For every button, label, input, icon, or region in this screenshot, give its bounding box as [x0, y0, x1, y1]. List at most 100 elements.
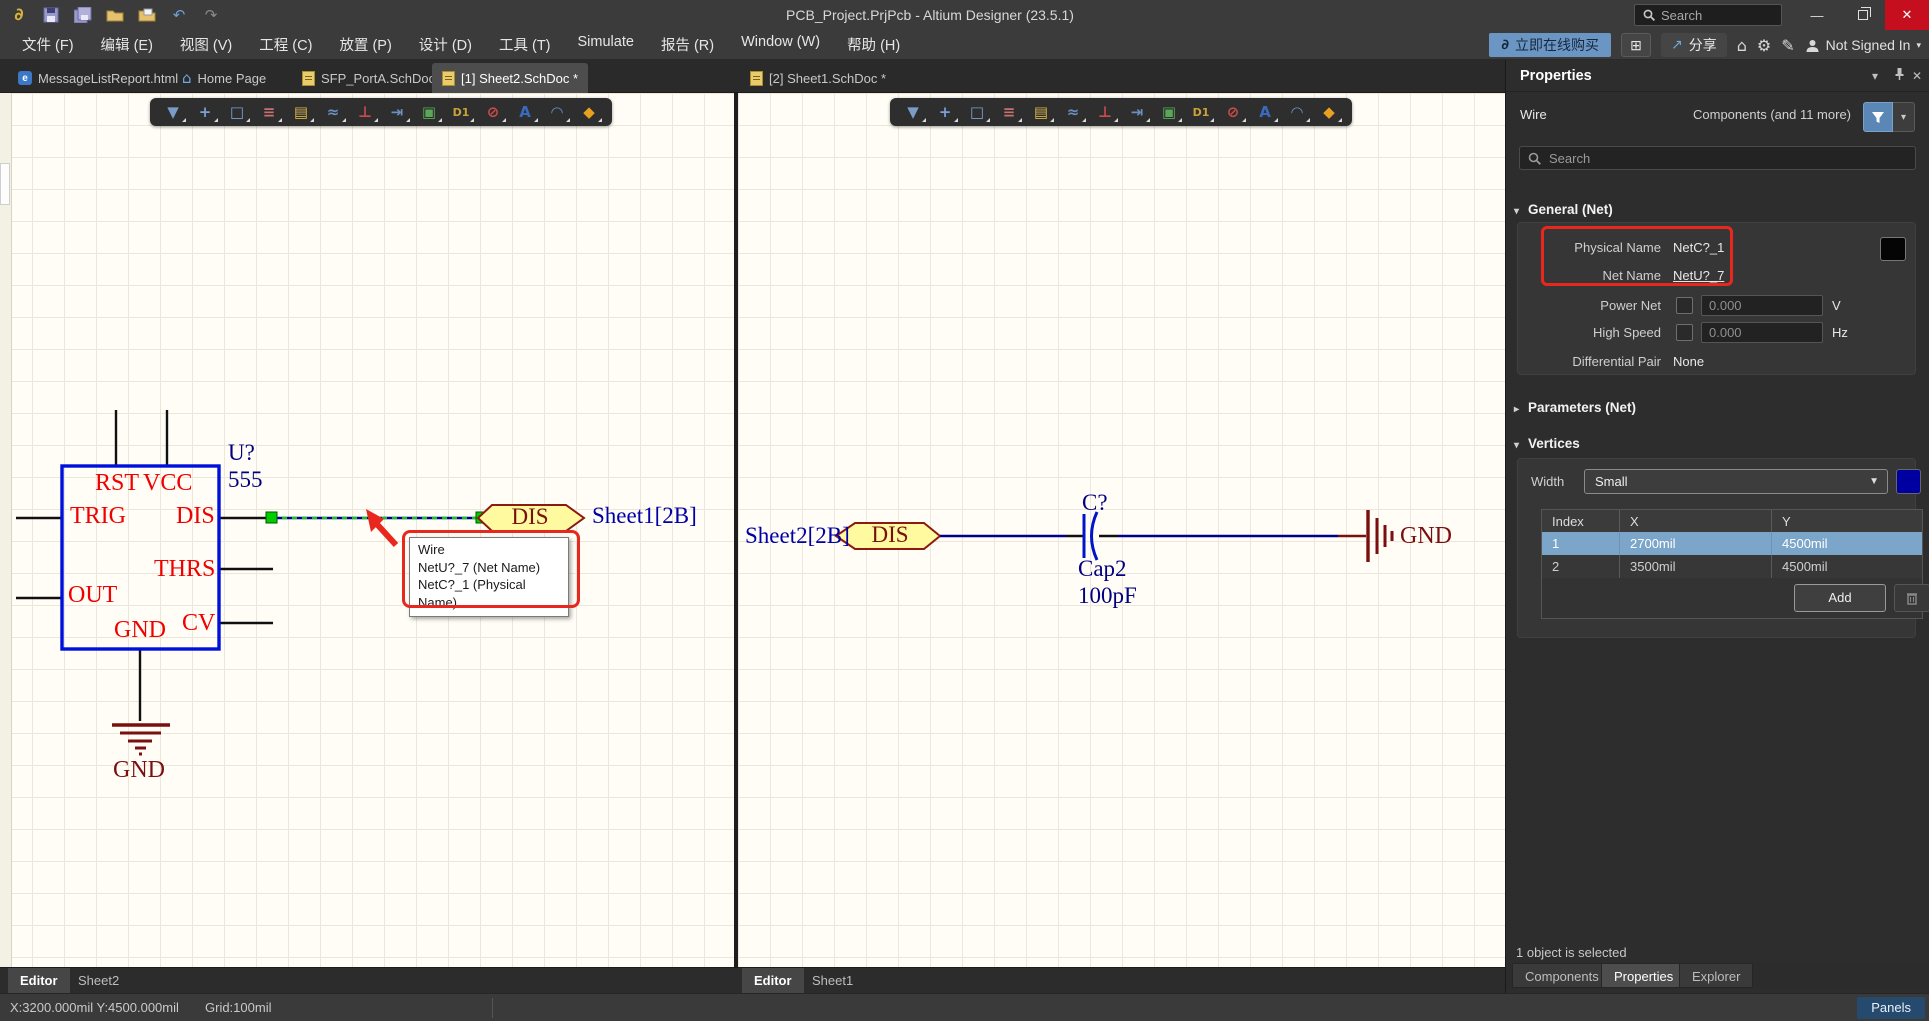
- schematic-editor-sheet1[interactable]: ▼+□≡▤≈⊥⇥▣D1⊘A◠◆: [738, 93, 1505, 967]
- panel-title: Properties: [1520, 68, 1592, 84]
- tab-sfp-porta-schdoc[interactable]: SFP_PortA.SchDoc: [292, 63, 445, 93]
- pin-label-dis: DIS: [176, 503, 215, 530]
- vertex-cell[interactable]: 1: [1542, 532, 1619, 555]
- schematic-editor-sheet2[interactable]: ▼+□≡▤≈⊥⇥▣D1⊘A◠◆: [0, 93, 734, 967]
- vertex-cell[interactable]: 4500mil: [1771, 532, 1922, 555]
- power-net-voltage-input[interactable]: 0.000: [1701, 295, 1823, 316]
- properties-panel: Properties ▾ ✕ Wire Components (and 11 m…: [1505, 60, 1929, 993]
- power-net-checkbox[interactable]: [1676, 297, 1693, 314]
- net-color-swatch[interactable]: [1880, 237, 1906, 261]
- scope-filter-dropdown[interactable]: ▾: [1893, 102, 1915, 132]
- save-all-icon[interactable]: [72, 4, 94, 26]
- capacitor-value[interactable]: 100pF: [1078, 583, 1137, 609]
- buy-online-button[interactable]: ∂立即在线购买: [1489, 33, 1611, 57]
- vertex-row[interactable]: 12700mil4500mil: [1542, 532, 1922, 555]
- component-designator[interactable]: U?: [228, 440, 255, 466]
- menu-reports[interactable]: 报告 (R): [661, 34, 714, 55]
- tab-properties[interactable]: Properties: [1601, 963, 1686, 988]
- gnd-net-label: GND: [113, 757, 165, 784]
- close-button[interactable]: ✕: [1885, 0, 1929, 30]
- panels-button[interactable]: Panels: [1857, 997, 1925, 1019]
- port-dis-label[interactable]: DIS: [498, 504, 562, 530]
- menu-edit[interactable]: 编辑 (E): [101, 34, 153, 55]
- home-icon[interactable]: ⌂: [1737, 36, 1747, 55]
- delete-vertex-button[interactable]: [1894, 584, 1929, 612]
- global-search-input[interactable]: Search: [1634, 4, 1782, 26]
- section-vertices[interactable]: ▾Vertices: [1514, 436, 1580, 451]
- capacitor-symbol[interactable]: [1084, 512, 1097, 560]
- menu-design[interactable]: 设计 (D): [419, 34, 472, 55]
- save-icon[interactable]: [40, 4, 62, 26]
- search-placeholder: Search: [1549, 151, 1590, 166]
- menu-place[interactable]: 放置 (P): [339, 34, 391, 55]
- scope-filter-button[interactable]: [1863, 102, 1893, 132]
- high-speed-freq-input[interactable]: 0.000: [1701, 322, 1823, 343]
- left-sheet2-tab[interactable]: Sheet2: [66, 968, 131, 994]
- schdoc-file-icon: [442, 71, 455, 86]
- tab-message-list-report[interactable]: eMessageListReport.html: [8, 63, 188, 93]
- vertex-cell[interactable]: 2: [1542, 555, 1619, 578]
- redo-icon[interactable]: ↷: [200, 4, 222, 26]
- comment-add-button[interactable]: ⊞: [1621, 33, 1651, 57]
- tab-explorer[interactable]: Explorer: [1679, 963, 1753, 988]
- vertices-table-header: Index X Y: [1542, 510, 1922, 532]
- restore-button[interactable]: [1841, 0, 1885, 30]
- wire-vertex-handle-1[interactable]: [266, 512, 277, 523]
- vertex-cell[interactable]: 2700mil: [1619, 532, 1771, 555]
- vertex-cell[interactable]: 4500mil: [1771, 555, 1922, 578]
- share-button[interactable]: ↗分享: [1661, 33, 1727, 57]
- settings-gear-icon[interactable]: ⚙: [1757, 36, 1771, 55]
- customize-pen-icon[interactable]: ✎: [1781, 36, 1794, 55]
- high-speed-checkbox[interactable]: [1676, 324, 1693, 341]
- wire-color-swatch[interactable]: [1896, 469, 1921, 494]
- tab-sheet2-schdoc[interactable]: [1] Sheet2.SchDoc *: [432, 63, 588, 93]
- vertex-row[interactable]: 23500mil4500mil: [1542, 555, 1922, 578]
- vertices-table: Index X Y 12700mil4500mil23500mil4500mil…: [1541, 509, 1923, 619]
- tab-home-page[interactable]: ⌂Home Page: [172, 63, 276, 93]
- menu-simulate[interactable]: Simulate: [578, 34, 634, 55]
- menu-help[interactable]: 帮助 (H): [847, 34, 900, 55]
- tab-sheet1-schdoc[interactable]: [2] Sheet1.SchDoc *: [740, 63, 896, 93]
- user-icon: [1805, 38, 1820, 53]
- properties-search-input[interactable]: Search: [1519, 146, 1916, 170]
- port-dis-label[interactable]: DIS: [856, 522, 924, 548]
- pin-label-cv: CV: [182, 610, 215, 637]
- sheet-reference: Sheet1[2B]: [592, 503, 697, 529]
- scope-selector[interactable]: Components (and 11 more): [1693, 107, 1851, 122]
- section-general-net[interactable]: ▾General (Net): [1514, 202, 1613, 217]
- net-name-value[interactable]: NetU?_7: [1673, 265, 1724, 287]
- vertex-cell[interactable]: 3500mil: [1619, 555, 1771, 578]
- sign-in-menu[interactable]: Not Signed In▾: [1805, 37, 1921, 53]
- width-dropdown[interactable]: Small▼: [1584, 469, 1888, 494]
- section-parameters-net[interactable]: ▸Parameters (Net): [1514, 400, 1636, 415]
- open-document-icon[interactable]: [136, 4, 158, 26]
- panel-close-icon[interactable]: ✕: [1912, 69, 1922, 83]
- right-sheet1-tab[interactable]: Sheet1: [800, 968, 865, 994]
- cursor-coordinates: X:3200.000mil Y:4500.000mil: [10, 994, 179, 1021]
- menu-file[interactable]: 文件 (F): [22, 34, 74, 55]
- add-vertex-button[interactable]: Add: [1794, 584, 1886, 612]
- open-folder-icon[interactable]: [104, 4, 126, 26]
- right-editor-tab[interactable]: Editor: [742, 968, 804, 994]
- pane-splitter[interactable]: [734, 93, 738, 967]
- altium-mini-logo-icon: ∂: [1501, 37, 1509, 53]
- gnd-power-port[interactable]: [1338, 510, 1392, 562]
- undo-icon[interactable]: ↶: [168, 4, 190, 26]
- component-comment[interactable]: 555: [228, 467, 263, 493]
- pin-label-trig: TRIG: [70, 503, 126, 530]
- gnd-power-port[interactable]: [112, 725, 170, 754]
- sheet-reference: Sheet2[2B]: [745, 523, 850, 549]
- capacitor-designator[interactable]: C?: [1082, 490, 1108, 516]
- funnel-icon: [1871, 111, 1885, 124]
- selected-object-type: Wire: [1520, 107, 1547, 122]
- menu-tools[interactable]: 工具 (T): [499, 34, 551, 55]
- panel-pin-icon[interactable]: [1894, 67, 1905, 84]
- panel-menu-chevron-icon[interactable]: ▾: [1872, 69, 1878, 83]
- minimize-button[interactable]: —: [1795, 0, 1839, 30]
- capacitor-comment[interactable]: Cap2: [1078, 556, 1127, 582]
- menu-project[interactable]: 工程 (C): [259, 34, 312, 55]
- menu-view[interactable]: 视图 (V): [180, 34, 232, 55]
- tab-components[interactable]: Components: [1512, 963, 1612, 988]
- left-editor-tab[interactable]: Editor: [8, 968, 70, 994]
- menu-window[interactable]: Window (W): [741, 34, 820, 55]
